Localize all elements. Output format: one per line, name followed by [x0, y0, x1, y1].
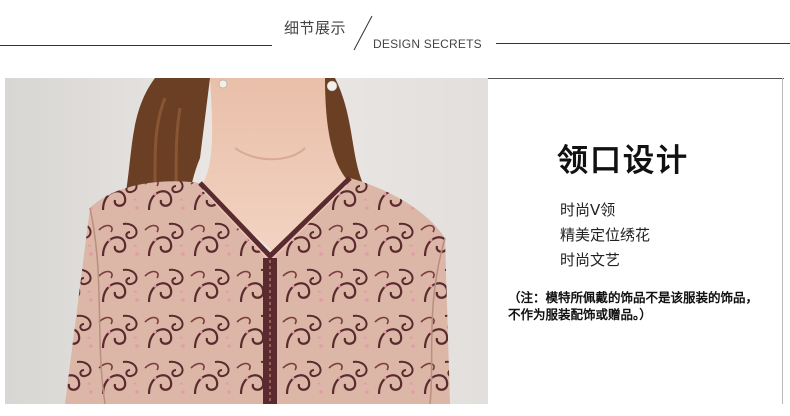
header-divider-left — [0, 45, 272, 46]
accessory-note: （注：模特所佩戴的饰品不是该服装的饰品， 不作为服装配饰或赠品。） — [508, 289, 788, 323]
panel-right-border — [782, 78, 783, 404]
feature-item: 精美定位绣花 — [560, 226, 651, 244]
panel-top-divider — [488, 78, 784, 79]
section-title-cn: 细节展示 — [284, 19, 347, 37]
section-title-en: DESIGN SECRETS — [373, 37, 482, 51]
accessory-note-line: （注：模特所佩戴的饰品不是该服装的饰品， — [508, 290, 759, 305]
feature-item: 时尚V领 — [560, 201, 616, 219]
accessory-note-line: 不作为服装配饰或赠品。） — [508, 307, 652, 322]
feature-item: 时尚文艺 — [560, 251, 621, 269]
detail-title: 领口设计 — [557, 143, 689, 179]
header-divider-right — [496, 43, 790, 44]
feature-list: 时尚V领 精美定位绣花 时尚文艺 — [560, 198, 650, 273]
product-detail-photo — [5, 78, 488, 404]
